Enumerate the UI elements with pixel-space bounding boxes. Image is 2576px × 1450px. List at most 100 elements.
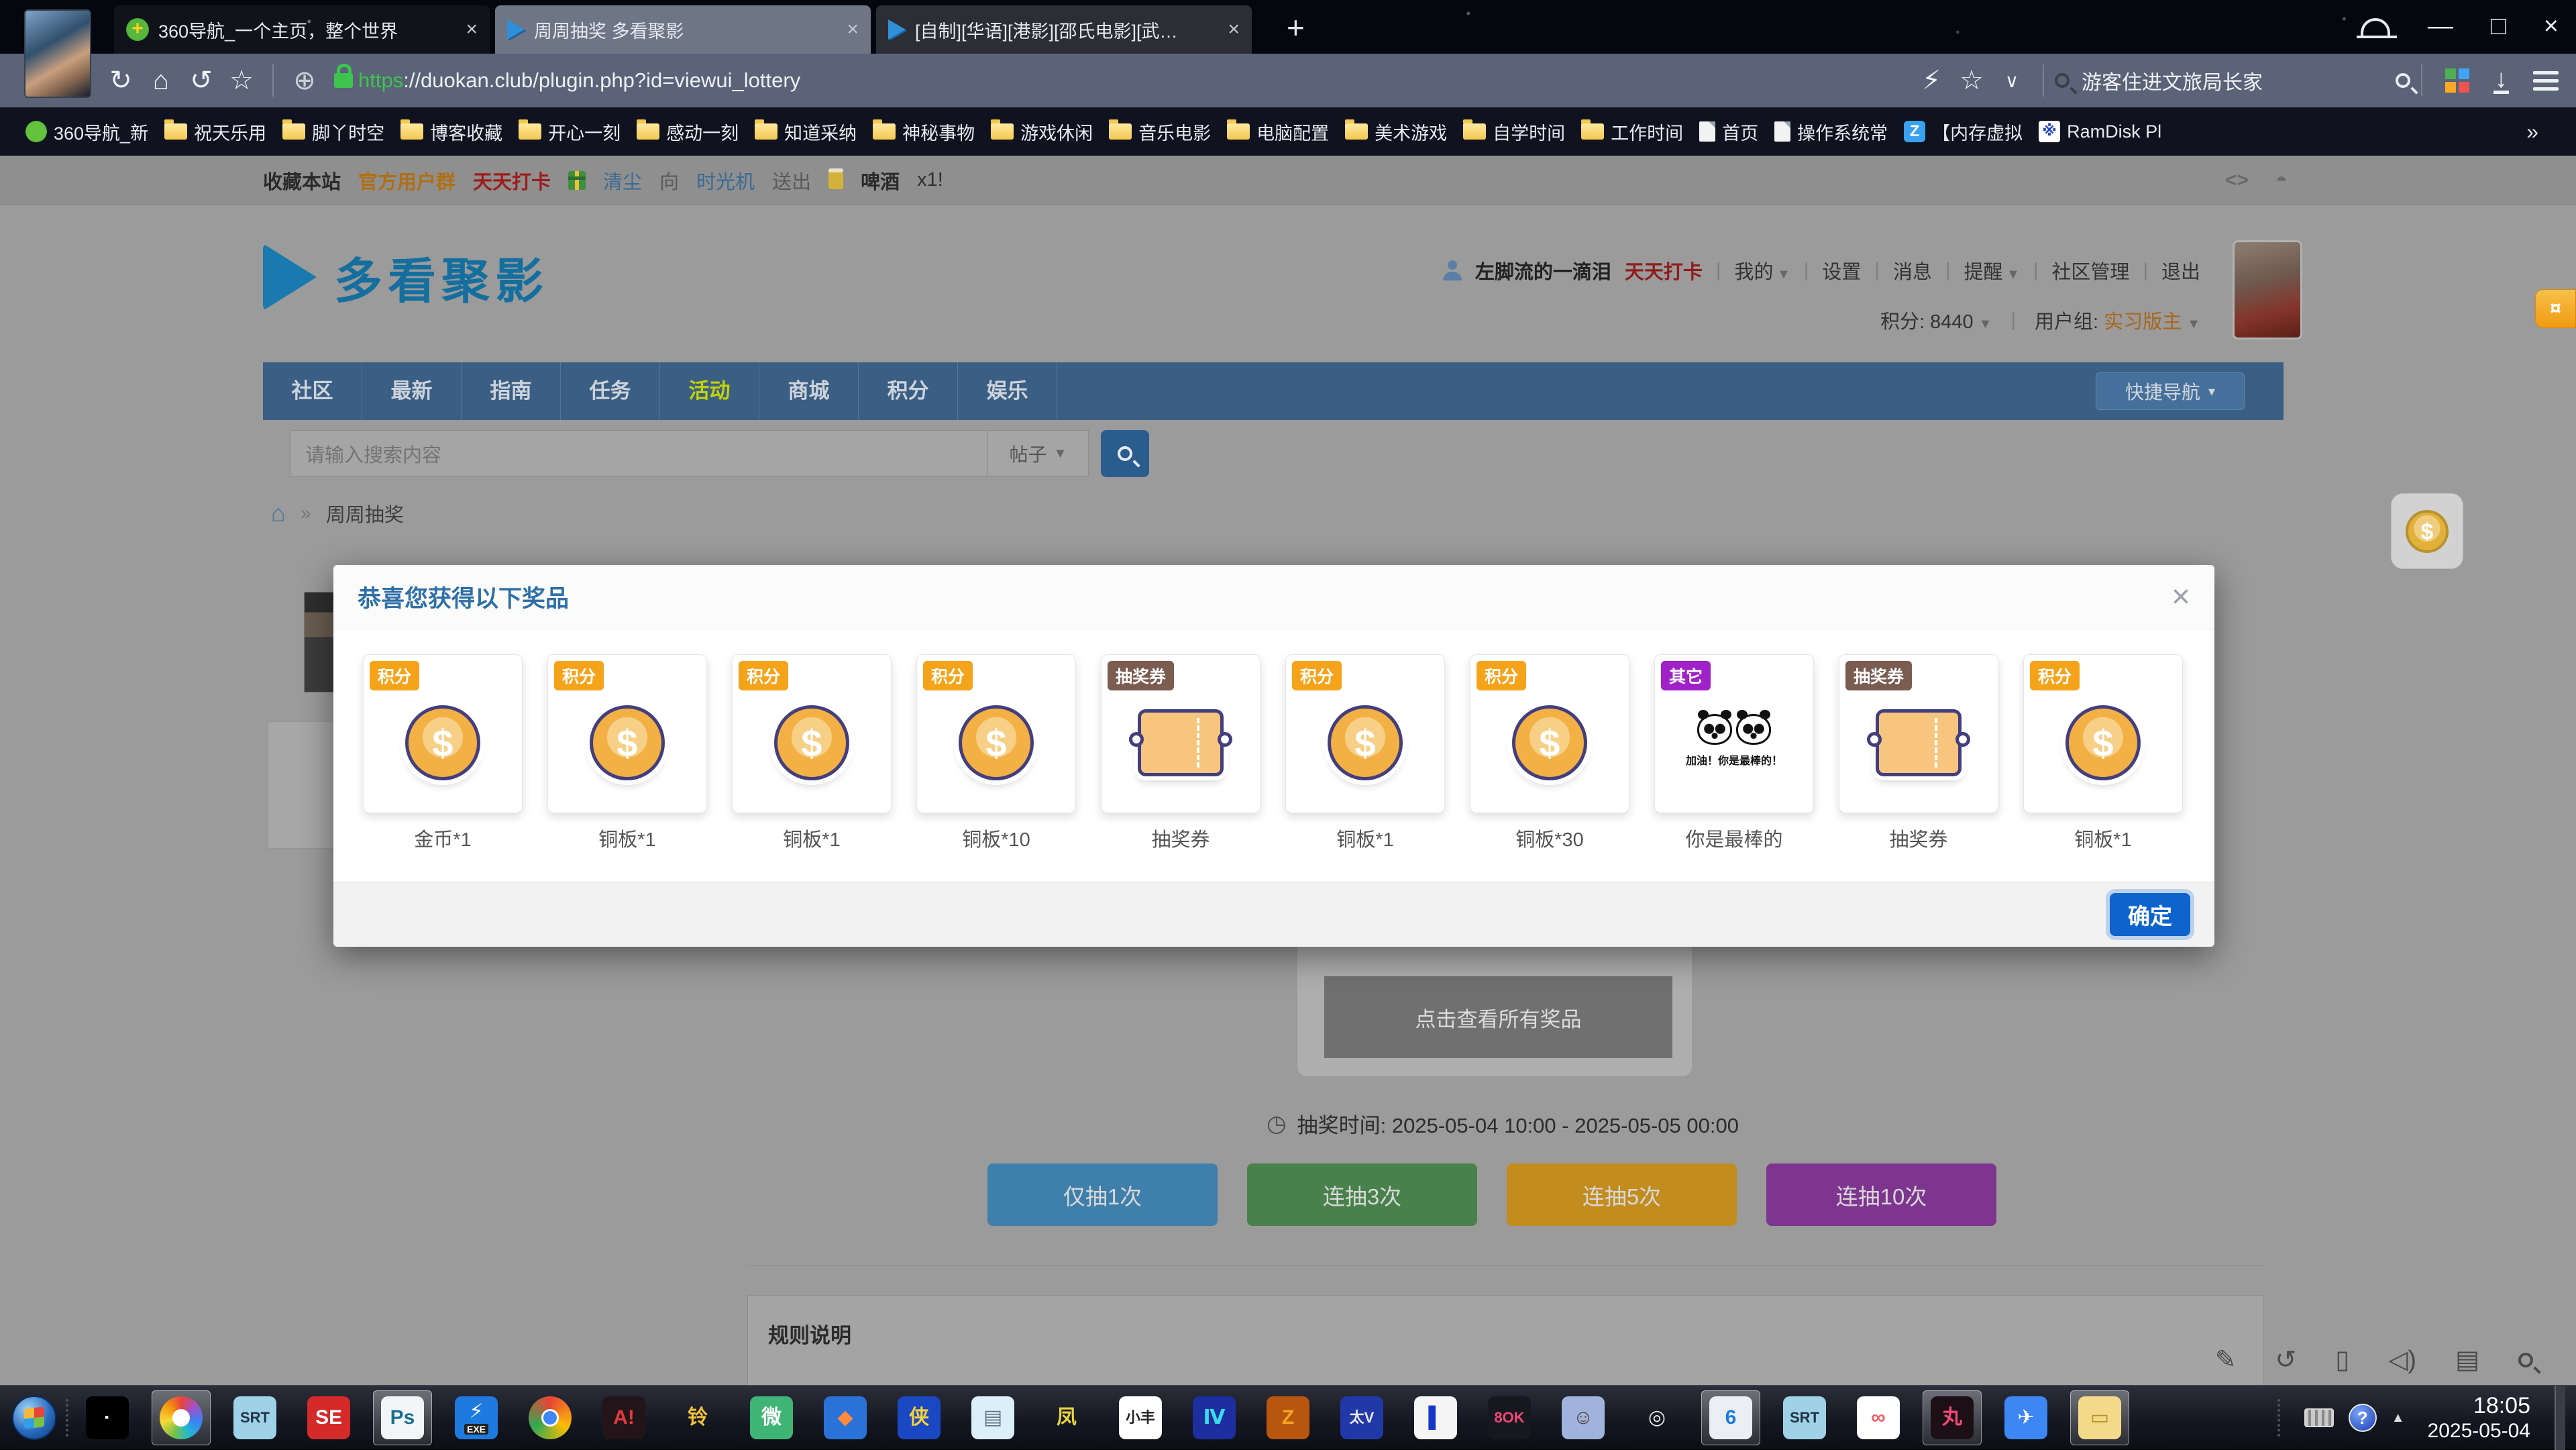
collect-star-icon[interactable]: ☆ <box>1951 65 1992 96</box>
site-logo[interactable]: 多看聚影 <box>263 242 549 312</box>
wan-pink[interactable]: 丸 <box>1923 1390 1982 1445</box>
bookmark-3[interactable]: 脚丫时空 <box>274 115 392 149</box>
bookmark-18[interactable]: ※RamDisk Pl <box>2031 117 2169 146</box>
breadcrumb-current[interactable]: 周周抽奖 <box>326 499 404 527</box>
c-blue[interactable]: 6 <box>1701 1390 1760 1445</box>
minimize-button[interactable]: — <box>2428 12 2453 41</box>
user-menu-3[interactable]: 消息 <box>1893 256 1932 284</box>
user-menu-2[interactable]: 设置 <box>1822 256 1861 284</box>
user-menu-5[interactable]: 社区管理 <box>2051 256 2129 284</box>
help-tray-icon[interactable]: ? <box>2349 1404 2377 1432</box>
nav-item-6[interactable]: 商城 <box>759 362 859 420</box>
usergroup-value[interactable]: 用户组: 实习版主 ▼ <box>2035 306 2200 334</box>
user-link-qingchen[interactable]: 清尘 <box>603 166 642 195</box>
flash-icon[interactable]: ⚡ <box>1911 65 1951 96</box>
bookmark-7[interactable]: 知道采纳 <box>747 115 865 149</box>
anime-girl[interactable]: ☺ <box>1554 1390 1613 1445</box>
se-editor[interactable]: SE <box>299 1390 358 1445</box>
new-tab-button[interactable]: + <box>1287 9 1305 46</box>
daily-checkin-link[interactable]: 天天打卡 <box>473 166 551 195</box>
srt-converter[interactable]: SRT <box>225 1390 284 1445</box>
theme-ball-icon[interactable]: ◓ <box>2275 169 2288 192</box>
thunder-bird[interactable]: ✈ <box>1996 1390 2055 1445</box>
favorite-star-icon[interactable]: ☆ <box>221 65 262 96</box>
atom[interactable]: ◎ <box>1627 1390 1686 1445</box>
skin-hat-icon[interactable] <box>2361 18 2390 36</box>
taskbar-clock[interactable]: 18:05 2025-05-04 <box>2428 1392 2530 1444</box>
toolbar-search[interactable]: 游客住进文旅局长家 <box>2055 66 2410 95</box>
draw-button-3[interactable]: 连抽5次 <box>1507 1163 1737 1226</box>
draw-button-4[interactable]: 连抽10次 <box>1766 1163 1996 1226</box>
apps-grid-icon[interactable] <box>2445 68 2469 93</box>
edge-sidebar-icon[interactable]: ¤ <box>2535 289 2576 328</box>
nav-item-4[interactable]: 任务 <box>561 362 660 420</box>
show-hidden-icons[interactable]: ▲ <box>2392 1410 2405 1426</box>
z-orange[interactable]: Z <box>1258 1390 1318 1445</box>
input-keyboard-icon[interactable] <box>2304 1408 2334 1427</box>
cloud-360[interactable]: ∞ <box>1849 1390 1908 1445</box>
quick-nav-button[interactable]: 快捷导航▾ <box>2096 372 2245 410</box>
taiko-v[interactable]: 太V <box>1332 1390 1391 1445</box>
tab-2[interactable]: 周周抽奖 多看聚影× <box>495 5 871 54</box>
a-exclaim[interactable]: A! <box>594 1390 653 1445</box>
nav-item-7[interactable]: 积分 <box>859 362 958 420</box>
bookmark-1[interactable]: 360导航_新 <box>17 115 156 149</box>
search-category-select[interactable]: 帖子▼ <box>987 431 1088 476</box>
bookmark-9[interactable]: 游戏休闲 <box>983 115 1101 149</box>
browser-360-pinwheel[interactable] <box>152 1390 211 1445</box>
nav-item-3[interactable]: 指南 <box>462 362 561 420</box>
tab-3[interactable]: [自制][华语][港影][邵氏电影][武…× <box>876 5 1252 54</box>
user-menu-4[interactable]: 提醒 ▼ <box>1964 256 2020 284</box>
menu-icon[interactable] <box>2533 66 2559 95</box>
ok-pink[interactable]: 8OK <box>1480 1390 1539 1445</box>
address-bar[interactable]: https://duokan.club/plugin.php?id=viewui… <box>358 68 800 93</box>
nav-item-1[interactable]: 社区 <box>263 362 362 420</box>
shield-icon[interactable]: ⊕ <box>284 65 325 96</box>
code-toggle-icon[interactable]: <> <box>2225 169 2249 192</box>
flag-blue[interactable]: ▌ <box>1406 1390 1465 1445</box>
start-button[interactable] <box>12 1396 56 1440</box>
breadcrumb-home-icon[interactable]: ⌂ <box>271 499 286 527</box>
forum-avatar[interactable] <box>2233 240 2302 340</box>
phoenix[interactable]: 凤 <box>1037 1390 1096 1445</box>
fav-site-link[interactable]: 收藏本站 <box>263 166 341 195</box>
draw-button-2[interactable]: 连抽3次 <box>1247 1163 1477 1226</box>
bookmark-4[interactable]: 博客收藏 <box>392 115 511 149</box>
pen-icon[interactable]: ✎ <box>2215 1345 2237 1375</box>
bookmark-6[interactable]: 感动一刻 <box>629 115 747 149</box>
speaker-icon[interactable]: ◁) <box>2388 1345 2416 1375</box>
notepad[interactable]: ▤ <box>963 1390 1022 1445</box>
search-button[interactable] <box>1101 430 1149 477</box>
bookmark-15[interactable]: 首页 <box>1691 115 1766 149</box>
floating-coin-button[interactable]: $ <box>2391 493 2463 569</box>
search-go-icon[interactable] <box>2396 73 2410 88</box>
tab-close-icon[interactable]: × <box>466 18 478 41</box>
bookmark-16[interactable]: 操作系统常 <box>1766 115 1896 149</box>
bookmark-11[interactable]: 电脑配置 <box>1219 115 1337 149</box>
close-button[interactable]: × <box>2544 12 2559 41</box>
home-icon[interactable]: ⌂ <box>141 66 181 96</box>
username[interactable]: 左脚流的一滴泪 <box>1475 256 1611 284</box>
panel-icon[interactable]: ▤ <box>2455 1345 2479 1375</box>
browser-user-avatar[interactable] <box>24 9 91 98</box>
photoshop-cs[interactable]: Ps <box>373 1390 432 1445</box>
wechat[interactable]: 微 <box>742 1390 801 1445</box>
bell-bow[interactable]: 铃 <box>668 1390 727 1445</box>
bookmark-12[interactable]: 美术游戏 <box>1337 115 1455 149</box>
chevron-down-icon[interactable]: ∨ <box>1992 70 2032 92</box>
bookmark-17[interactable]: Z【内存虚拟 <box>1896 115 2031 149</box>
bookmark-5[interactable]: 开心一刻 <box>511 115 629 149</box>
nav-item-5[interactable]: 活动 <box>660 362 759 420</box>
app-silhouette[interactable]: · <box>78 1390 137 1445</box>
bookmark-14[interactable]: 工作时间 <box>1573 115 1691 149</box>
bookmark-8[interactable]: 神秘事物 <box>865 115 983 149</box>
trash-icon[interactable]: ▯ <box>2335 1345 2349 1375</box>
srt-converter-2[interactable]: SRT <box>1775 1390 1834 1445</box>
zoom-icon[interactable] <box>2518 1353 2533 1367</box>
history-icon[interactable]: ↺ <box>2275 1345 2296 1375</box>
user-link-timemachine[interactable]: 时光机 <box>696 166 755 195</box>
search-input[interactable]: 请输入搜索内容 帖子▼ <box>290 430 1089 477</box>
tab-close-icon[interactable]: × <box>1228 18 1240 41</box>
bookmarks-overflow-icon[interactable]: » <box>2526 119 2559 144</box>
nav-item-2[interactable]: 最新 <box>362 362 462 420</box>
